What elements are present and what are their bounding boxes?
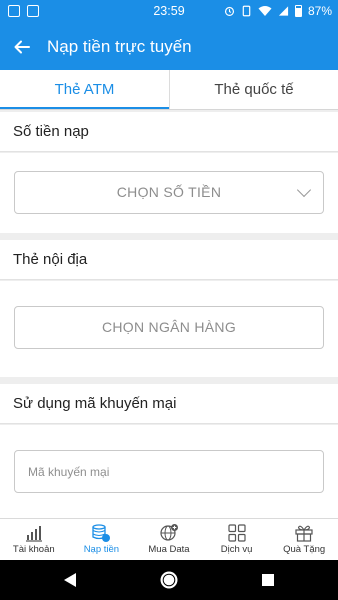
back-triangle-icon[interactable]: [40, 560, 100, 600]
status-bar: 23:59 87%: [0, 0, 338, 24]
nav-item-label: Mua Data: [148, 544, 190, 555]
tab-bar: Thẻ ATM Thẻ quốc tế: [0, 70, 338, 110]
system-nav-bar: [0, 560, 338, 600]
promo-code-input[interactable]: [14, 450, 324, 493]
phone-icon: [242, 5, 251, 17]
nav-item-label: Nạp tiền: [83, 544, 120, 555]
app-bar: Nạp tiền trực tuyến: [0, 24, 338, 70]
amount-section-header: Số tiền nạp: [0, 112, 338, 152]
bank-select[interactable]: CHỌN NGÂN HÀNG: [14, 306, 324, 349]
amount-section-title: Số tiền nạp: [13, 123, 89, 140]
nav-item-label: Tài khoản: [12, 544, 55, 555]
page-title: Nạp tiền trực tuyến: [47, 37, 192, 56]
nav-item-gifts[interactable]: Quà Tặng: [270, 519, 338, 560]
battery-percentage: 87%: [307, 4, 332, 18]
bottom-nav: Tài khoản Nạp tiền Mua Data Dịch vụ Quà …: [0, 518, 338, 560]
tab-atm-card[interactable]: Thẻ ATM: [0, 70, 169, 109]
nav-item-label: Quà Tặng: [283, 544, 326, 555]
bank-select-label: CHỌN NGÂN HÀNG: [101, 319, 237, 335]
nav-item-label: Dịch vụ: [220, 544, 253, 555]
nav-item-services[interactable]: Dịch vụ: [203, 519, 271, 560]
gift-icon: [295, 525, 313, 542]
signal-icon: [278, 6, 289, 16]
promo-section-body: [0, 425, 338, 518]
alarm-icon: [224, 6, 235, 16]
back-arrow-icon[interactable]: [8, 33, 36, 61]
nav-item-topup[interactable]: Nạp tiền: [68, 519, 136, 560]
wifi-icon: [258, 6, 272, 16]
globe-plus-icon: [160, 524, 178, 541]
amount-select[interactable]: CHỌN SỐ TIỀN: [14, 171, 324, 214]
coins-icon: [92, 524, 111, 542]
tab-international-card[interactable]: Thẻ quốc tế: [169, 70, 338, 109]
chevron-down-icon: [296, 182, 312, 198]
promo-section-title: Sử dụng mã khuyến mại: [13, 395, 177, 412]
battery-icon: [294, 5, 302, 17]
domestic-card-section-title: Thẻ nội địa: [13, 251, 88, 268]
nav-item-account[interactable]: Tài khoản: [0, 519, 68, 560]
promo-section-header: Sử dụng mã khuyến mại: [0, 384, 338, 424]
domestic-card-section-header: Thẻ nội địa: [0, 240, 338, 280]
amount-select-label: CHỌN SỐ TIỀN: [116, 184, 222, 200]
chart-bars-icon: [25, 526, 42, 542]
domestic-card-section-body: CHỌN NGÂN HÀNG: [0, 281, 338, 377]
grid-icon: [227, 524, 246, 542]
nav-item-buy-data[interactable]: Mua Data: [135, 519, 203, 560]
amount-section-body: CHỌN SỐ TIỀN: [0, 153, 338, 233]
recents-square-icon[interactable]: [238, 560, 298, 600]
home-circle-icon[interactable]: [139, 560, 199, 600]
